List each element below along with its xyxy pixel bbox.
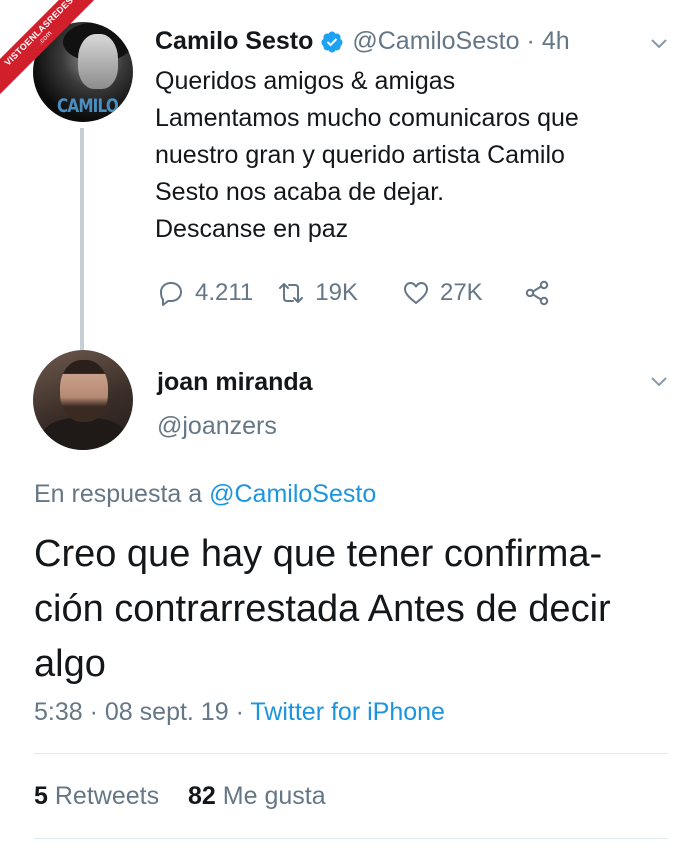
- like-button[interactable]: 27K: [402, 279, 483, 307]
- tweet-text-line: Descanse en paz: [155, 215, 349, 243]
- header-separator: ·: [526, 27, 535, 55]
- heart-icon: [403, 282, 428, 304]
- reply-context-label: En respuesta a: [34, 480, 203, 508]
- retweet-button[interactable]: 19K: [277, 279, 358, 307]
- tweet-author-handle[interactable]: @CamiloSesto: [352, 27, 519, 56]
- reply-author-handle[interactable]: @joanzers: [157, 412, 277, 441]
- reply-count: 4.211: [195, 279, 254, 306]
- likes-stat[interactable]: 82 Me gusta: [188, 782, 326, 810]
- tweet-menu-chevron-down-icon[interactable]: [650, 38, 668, 50]
- like-count: 27K: [439, 279, 483, 306]
- tweet-text: Queridos amigos & amigas Lamentamos much…: [155, 63, 675, 248]
- tweet-text-line: nuestro gran y querido artista Camilo: [155, 141, 565, 169]
- divider: [34, 838, 668, 839]
- reply-text-line: Creo que hay que tener confirma-: [34, 533, 603, 575]
- reply-text-line: algo: [34, 643, 106, 685]
- joan-avatar[interactable]: [33, 350, 133, 450]
- reply-button[interactable]: 4.211: [157, 279, 253, 307]
- avatar-body: [41, 418, 127, 450]
- divider: [34, 753, 668, 754]
- reply-time[interactable]: 5:38: [34, 698, 83, 726]
- reply-mention-link[interactable]: @CamiloSesto: [209, 480, 376, 508]
- reply-date[interactable]: 08 sept. 19: [105, 698, 229, 726]
- watermark: VISTOENLASREDES .com: [0, 0, 110, 110]
- reply-text-line: ción contrarrestada Antes de decir: [34, 588, 611, 630]
- share-icon: [525, 280, 548, 306]
- retweets-stat[interactable]: 5 Retweets: [34, 782, 159, 810]
- watermark-ribbon: VISTOENLASREDES .com: [0, 0, 108, 100]
- reply-context: En respuesta a @CamiloSesto: [34, 480, 376, 509]
- reply-meta: 5:38 · 08 sept. 19 · Twitter for iPhone: [34, 698, 445, 726]
- tweet-actions: 4.211 19K 27K: [157, 277, 551, 309]
- retweet-count: 19K: [315, 279, 358, 306]
- thread-line: [80, 128, 84, 352]
- reply-icon: [160, 282, 182, 306]
- share-button[interactable]: [523, 279, 551, 307]
- reply-stats: 5 Retweets 82 Me gusta: [34, 782, 326, 811]
- tweet-header: Camilo Sesto @CamiloSesto · 4h: [155, 27, 570, 56]
- verified-badge-icon: [321, 31, 343, 52]
- tweet-author-name[interactable]: Camilo Sesto: [155, 27, 313, 56]
- reply-client-link[interactable]: Twitter for iPhone: [250, 698, 445, 726]
- reply-menu-chevron-down-icon[interactable]: [650, 376, 668, 388]
- tweet-time[interactable]: 4h: [542, 27, 570, 56]
- avatar-head: [60, 360, 108, 422]
- tweet-text-line: Sesto nos acaba de dejar.: [155, 178, 445, 206]
- tweet-text-line: Queridos amigos & amigas: [155, 67, 456, 95]
- tweet-text-line: Lamentamos mucho comunicaros que: [155, 104, 579, 132]
- reply-text: Creo que hay que tener confirma- ción co…: [34, 527, 674, 692]
- reply-author-name[interactable]: joan miranda: [157, 368, 313, 397]
- retweet-icon: [279, 283, 304, 303]
